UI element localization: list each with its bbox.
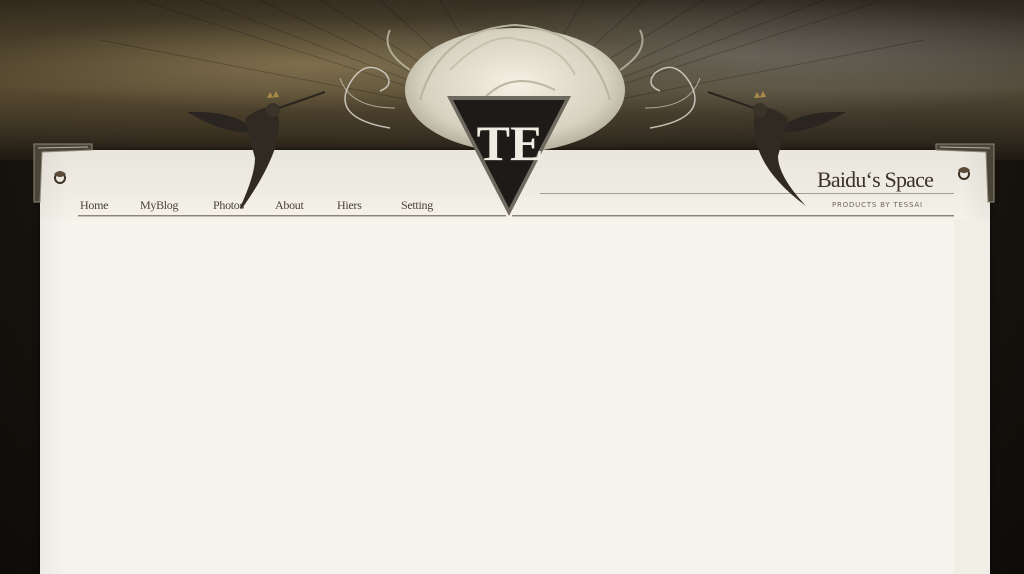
nav-myblog[interactable]: MyBlog [140,198,179,213]
swirl-ornament-icon [33,143,93,203]
logo-text: TE [477,115,544,171]
swirl-ornament-icon [935,143,995,203]
right-margin-panel [954,220,990,574]
nav-hiers[interactable]: Hiers [337,198,362,213]
nav-setting[interactable]: Setting [401,198,433,213]
hummingbird-icon [707,91,846,206]
page-stage: Home MyBlog Photos About Hiers Setting B… [0,0,1024,574]
nav-rule-right [512,215,954,217]
triangle-logo-icon: TE [447,96,571,216]
hummingbird-icon [187,91,326,208]
